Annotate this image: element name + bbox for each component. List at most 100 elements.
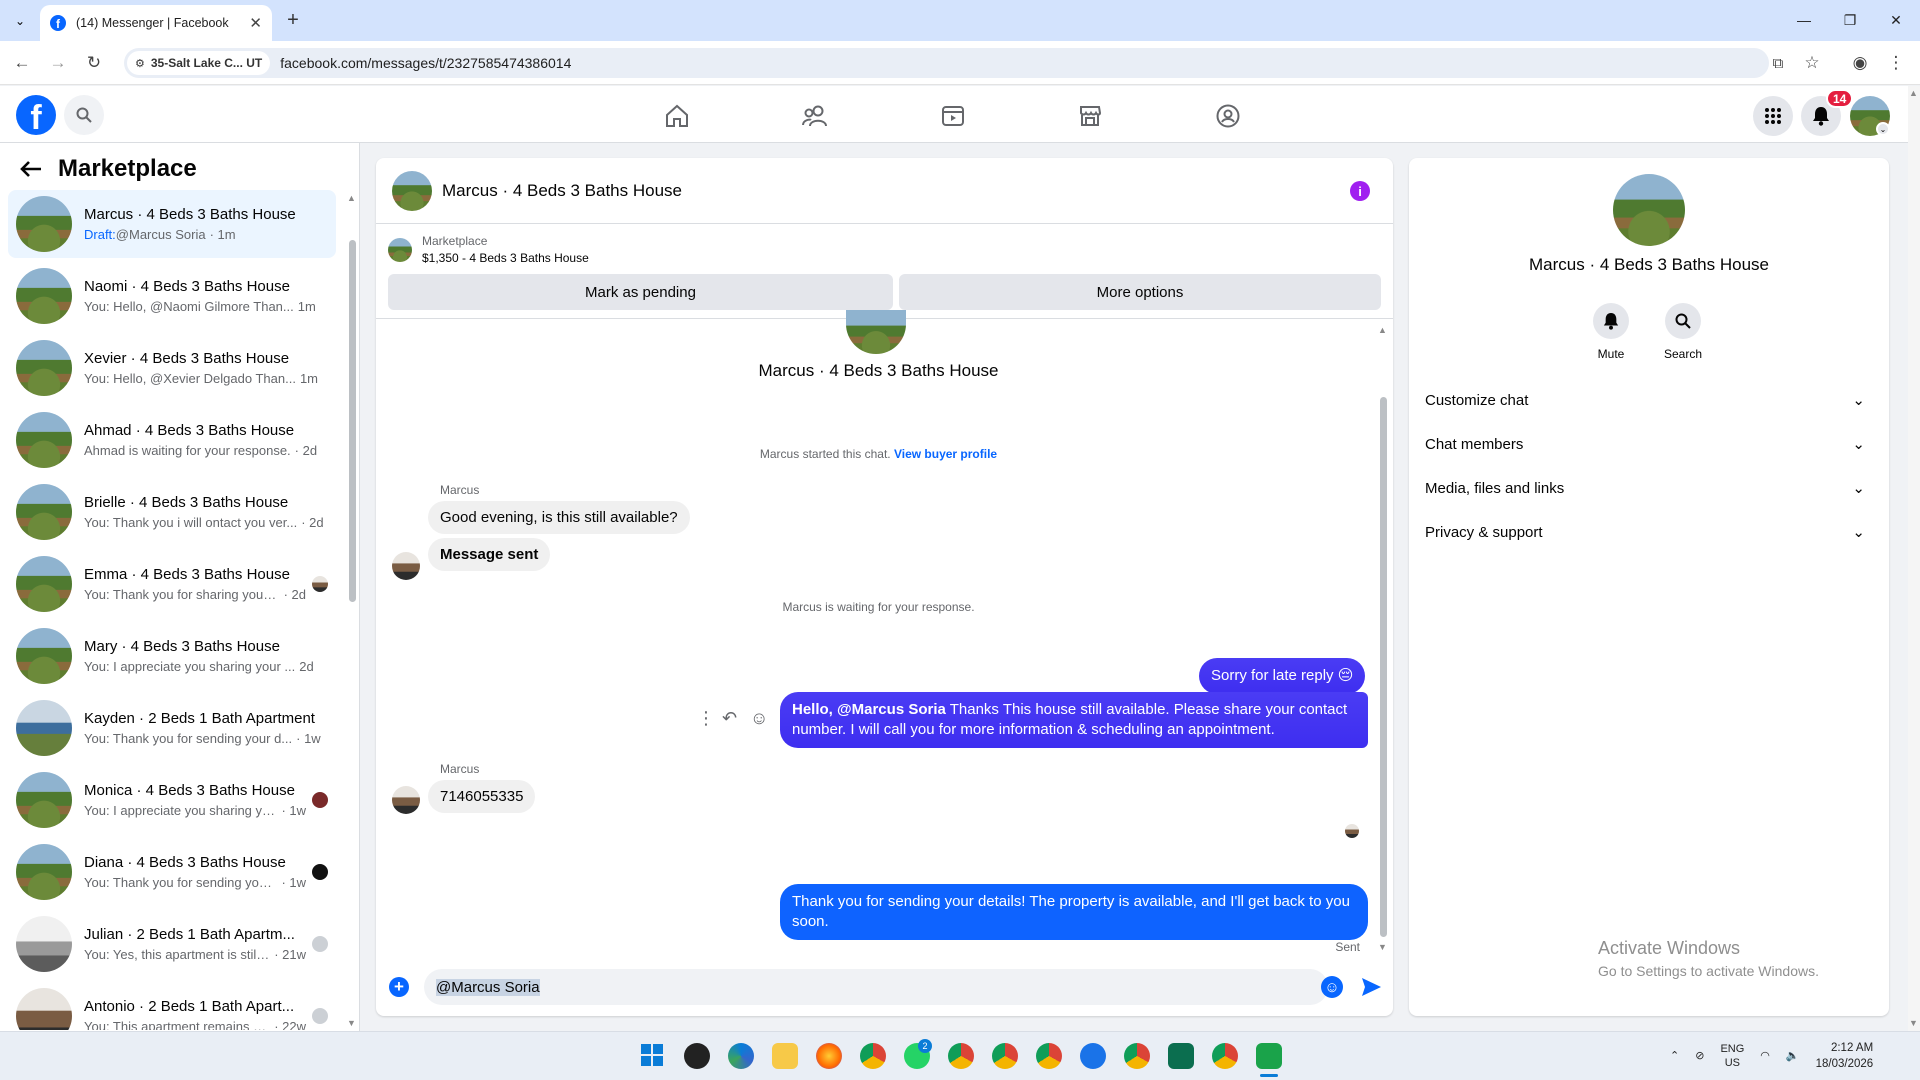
network-off-icon[interactable]: ⊘ [1695, 1049, 1704, 1062]
page-scroll-down-icon[interactable]: ▼ [1909, 1018, 1918, 1028]
message-incoming[interactable]: 7146055335 [428, 780, 536, 813]
nav-home-tab[interactable] [657, 96, 697, 136]
tab-close-icon[interactable]: ✕ [249, 14, 262, 32]
reply-icon[interactable]: ↶ [722, 708, 737, 729]
message-incoming[interactable]: Good evening, is this still available? [428, 501, 690, 534]
plus-actions-icon[interactable]: + [389, 977, 409, 997]
conversation-item[interactable]: Naomi · 4 Beds 3 Baths House You: Hello,… [8, 262, 336, 330]
chrome-profile-icon[interactable] [948, 1043, 974, 1069]
listing-info[interactable]: Marketplace $1,350 - 4 Beds 3 Baths Hous… [388, 234, 589, 265]
obs-app-icon[interactable] [684, 1043, 710, 1069]
file-explorer-icon[interactable] [772, 1043, 798, 1069]
app-icon[interactable] [1080, 1043, 1106, 1069]
active-chrome-window-icon[interactable] [1256, 1043, 1282, 1069]
customize-chat-row[interactable]: Customize chat ⌄ [1425, 378, 1873, 422]
start-icon[interactable] [640, 1043, 666, 1069]
search-in-conversation-button[interactable]: Search [1653, 303, 1713, 361]
install-app-icon[interactable]: ⧉ [1766, 51, 1790, 75]
conversation-item[interactable]: Marcus · 4 Beds 3 Baths House Draft: @Ma… [8, 190, 336, 258]
list-scroll-down-icon[interactable]: ▼ [347, 1018, 356, 1028]
conversation-item[interactable]: Mary · 4 Beds 3 Baths House You: I appre… [8, 622, 336, 690]
nav-friends-tab[interactable] [795, 96, 835, 136]
back-arrow-icon[interactable] [20, 160, 42, 178]
message-outgoing[interactable]: Hello, @Marcus Soria Thanks This house s… [780, 692, 1368, 748]
chat-scrollbar[interactable] [1380, 397, 1387, 937]
conversation-time: · 2d [294, 443, 318, 458]
chrome-profile-icon[interactable] [1212, 1043, 1238, 1069]
chrome-icon[interactable] [860, 1043, 886, 1069]
conversation-item[interactable]: Diana · 4 Beds 3 Baths House You: Thank … [8, 838, 336, 906]
details-avatar[interactable] [1613, 174, 1685, 246]
send-button[interactable] [1360, 976, 1382, 998]
menu-grid-button[interactable] [1753, 96, 1793, 136]
list-scroll-up-icon[interactable]: ▲ [347, 193, 356, 203]
chat-members-row[interactable]: Chat members ⌄ [1425, 422, 1873, 466]
minimize-icon[interactable]: — [1784, 8, 1824, 32]
tab-search-chevron-icon[interactable]: ⌄ [8, 9, 32, 33]
conversation-info-icon[interactable]: i [1350, 181, 1370, 201]
chat-header-avatar[interactable] [392, 170, 432, 211]
react-emoji-icon[interactable]: ☺ [750, 708, 768, 729]
new-tab-icon[interactable]: + [282, 9, 304, 31]
firefox-icon[interactable] [816, 1043, 842, 1069]
more-actions-icon[interactable]: ⋮ [697, 708, 715, 729]
message-outgoing[interactable]: Sorry for late reply 😔 [1199, 658, 1366, 694]
chrome-profile-icon[interactable] [1124, 1043, 1150, 1069]
privacy-support-row[interactable]: Privacy & support ⌄ [1425, 510, 1873, 554]
profile-icon[interactable]: ◉ [1848, 51, 1872, 75]
conversation-item[interactable]: Kayden · 2 Beds 1 Bath Apartment You: Th… [8, 694, 336, 762]
volume-icon[interactable]: 🔈 [1786, 1049, 1800, 1062]
groups-icon [1216, 104, 1240, 128]
browser-tab[interactable]: f (14) Messenger | Facebook ✕ [40, 5, 272, 41]
mark-as-pending-button[interactable]: Mark as pending [388, 274, 893, 310]
mention[interactable]: Hello, @Marcus Soria [792, 701, 946, 718]
chat-scroll-down-icon[interactable]: ▼ [1378, 942, 1387, 952]
conversation-item[interactable]: Julian · 2 Beds 1 Bath Apartm... You: Ye… [8, 910, 336, 978]
restore-icon[interactable]: ❐ [1830, 8, 1870, 32]
chrome-profile-icon[interactable] [1036, 1043, 1062, 1069]
chat-list-scrollbar[interactable] [349, 240, 356, 602]
reload-icon[interactable]: ↻ [82, 51, 106, 75]
started-text: Marcus started this chat. [759, 447, 891, 461]
wifi-icon[interactable]: ◠ [1760, 1049, 1770, 1062]
message-bubble: 7146055335 [428, 780, 536, 813]
chat-header-title[interactable]: Marcus · 4 Beds 3 Baths House [442, 181, 682, 201]
browser-menu-icon[interactable]: ⋮ [1884, 51, 1908, 75]
conversation-name: Kayden · 2 Beds 1 Bath Apartment [84, 710, 315, 727]
facebook-logo-icon[interactable]: f [16, 95, 56, 135]
conversation-item[interactable]: Emma · 4 Beds 3 Baths House You: Thank y… [8, 550, 336, 618]
account-chevron-icon[interactable]: ⌄ [1876, 122, 1890, 136]
forward-icon[interactable]: → [46, 51, 70, 75]
message-incoming[interactable]: Message sent [428, 538, 551, 571]
nav-video-tab[interactable] [933, 96, 973, 136]
conversation-item[interactable]: Monica · 4 Beds 3 Baths House You: I app… [8, 766, 336, 834]
page-scrollbar[interactable] [1908, 86, 1920, 1031]
conversation-item[interactable]: Ahmad · 4 Beds 3 Baths House Ahmad is wa… [8, 406, 336, 474]
chat-scroll-up-icon[interactable]: ▲ [1378, 325, 1387, 335]
app-icon[interactable] [1168, 1043, 1194, 1069]
more-options-button[interactable]: More options [899, 274, 1381, 310]
message-input[interactable]: @Marcus Soria [424, 969, 1328, 1005]
view-buyer-profile-link[interactable]: View buyer profile [894, 447, 997, 461]
conversation-item[interactable]: Xevier · 4 Beds 3 Baths House You: Hello… [8, 334, 336, 402]
conversation-item[interactable]: Antonio · 2 Beds 1 Bath Apart... You: Th… [8, 982, 336, 1030]
chrome-profile-icon[interactable] [992, 1043, 1018, 1069]
tray-chevron-up-icon[interactable]: ⌃ [1670, 1049, 1679, 1062]
clock[interactable]: 2:12 AM 18/03/2026 [1816, 1040, 1874, 1072]
edge-icon[interactable] [728, 1043, 754, 1069]
close-window-icon[interactable]: ✕ [1876, 8, 1916, 32]
site-info-chip[interactable]: ⚙ 35-Salt Lake C... UT [127, 51, 271, 75]
language-indicator[interactable]: ENG US [1720, 1042, 1744, 1070]
emoji-picker-icon[interactable]: ☺ [1321, 976, 1343, 998]
mute-button[interactable]: Mute [1581, 303, 1641, 361]
nav-gaming-tab[interactable] [1208, 96, 1248, 136]
message-outgoing[interactable]: Thank you for sending your details! The … [780, 884, 1368, 940]
conversation-item[interactable]: Brielle · 4 Beds 3 Baths House You: Than… [8, 478, 336, 546]
back-icon[interactable]: ← [10, 51, 34, 75]
facebook-search-button[interactable] [64, 95, 104, 135]
nav-marketplace-tab[interactable] [1070, 96, 1110, 136]
omnibox[interactable]: ⚙ 35-Salt Lake C... UT facebook.com/mess… [124, 48, 1769, 78]
page-scroll-up-icon[interactable]: ▲ [1909, 88, 1918, 98]
bookmark-star-icon[interactable]: ☆ [1800, 51, 1824, 75]
media-files-links-row[interactable]: Media, files and links ⌄ [1425, 466, 1873, 510]
